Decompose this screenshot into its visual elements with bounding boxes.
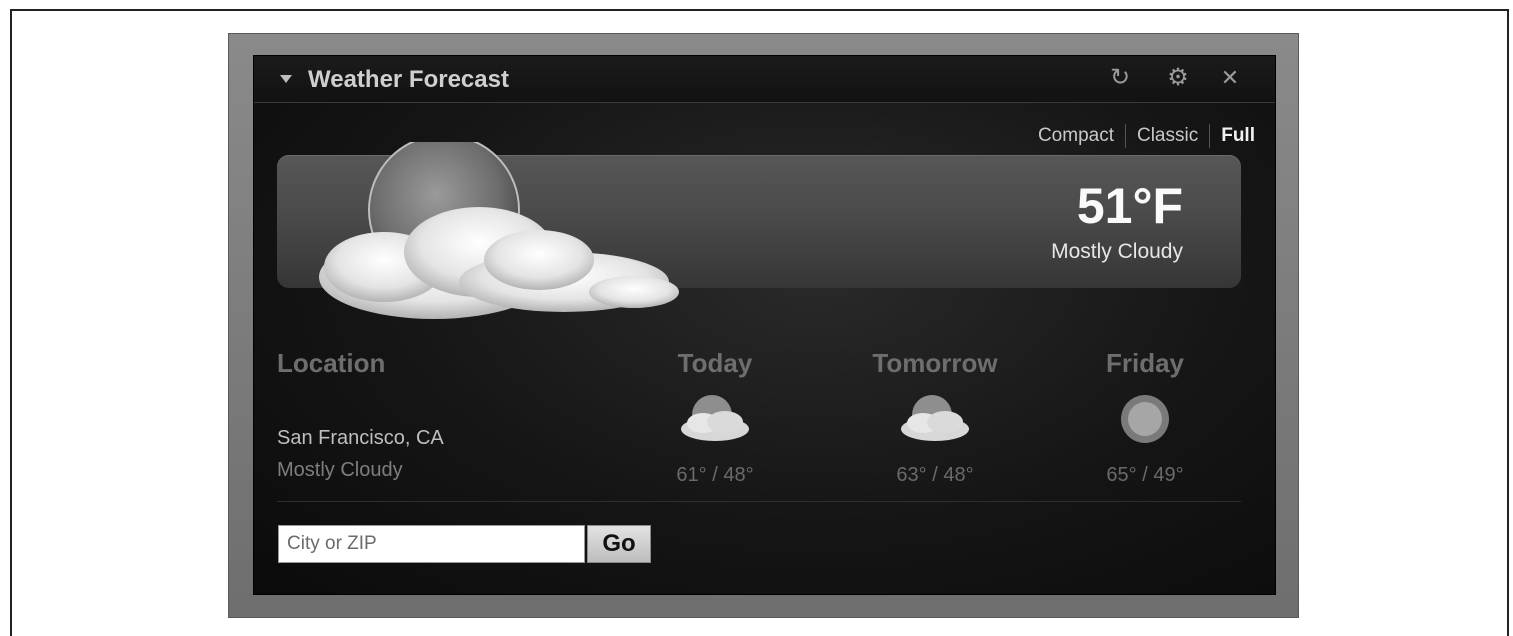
current-condition: Mostly Cloudy xyxy=(1051,240,1183,263)
forecast-day-tomorrow: Tomorrow 63° / 48° xyxy=(845,348,1025,487)
location-city: San Francisco, CA xyxy=(277,427,444,449)
location-heading: Location xyxy=(277,348,386,378)
view-classic-link[interactable]: Classic xyxy=(1137,125,1198,147)
partly-cloudy-icon xyxy=(901,395,969,441)
view-full-link[interactable]: Full xyxy=(1221,125,1255,147)
refresh-icon[interactable]: ↻ xyxy=(1106,64,1134,92)
go-button[interactable]: Go xyxy=(587,525,651,563)
forecast-day-friday: Friday 65° / 49° xyxy=(1055,348,1235,487)
current-temperature: 51°F xyxy=(1076,178,1183,234)
widget-titlebar: Weather Forecast ↻ ⚙ ✕ xyxy=(254,56,1275,103)
forecast-day-name: Friday xyxy=(1105,348,1185,378)
gear-icon[interactable]: ⚙ xyxy=(1164,64,1192,92)
collapse-icon[interactable] xyxy=(280,75,292,83)
view-compact-link[interactable]: Compact xyxy=(1038,125,1114,147)
close-icon[interactable]: ✕ xyxy=(1216,64,1244,92)
divider xyxy=(277,501,1241,502)
forecast-day-name: Tomorrow xyxy=(872,348,998,378)
forecast-day-today: Today 61° / 48° xyxy=(625,348,805,487)
view-separator xyxy=(1124,124,1126,148)
forecast-range: 63° / 48° xyxy=(896,464,974,486)
location-condition: Mostly Cloudy xyxy=(277,459,403,481)
sun-icon xyxy=(1121,395,1169,443)
view-switch: Compact Classic Full xyxy=(1038,124,1255,148)
view-separator xyxy=(1209,124,1211,148)
city-zip-input[interactable] xyxy=(278,525,585,563)
forecast-range: 65° / 49° xyxy=(1106,464,1184,486)
weather-widget: Weather Forecast ↻ ⚙ ✕ Compact Classic F… xyxy=(254,56,1275,594)
forecast-range: 61° / 48° xyxy=(676,464,754,486)
forecast-day-name: Today xyxy=(677,348,753,378)
partly-cloudy-icon xyxy=(681,395,749,441)
widget-title: Weather Forecast xyxy=(308,66,509,93)
partly-cloudy-icon xyxy=(319,142,679,319)
